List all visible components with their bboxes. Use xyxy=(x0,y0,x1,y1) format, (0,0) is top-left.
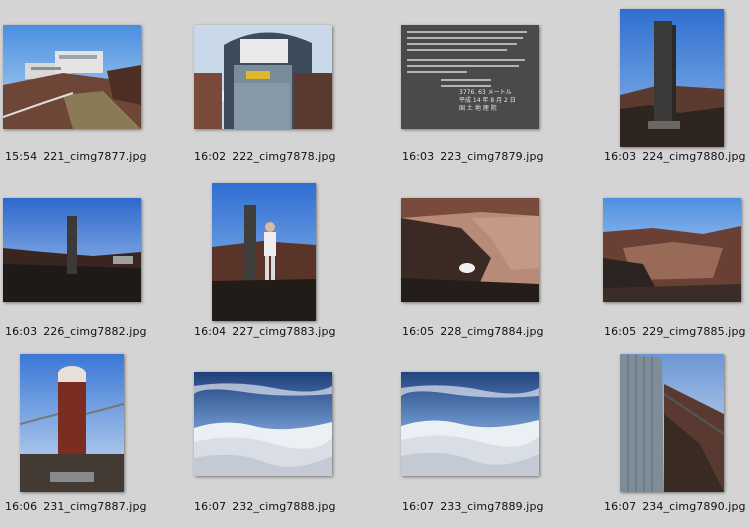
photo-filename: 234_cimg7890.jpg xyxy=(642,500,746,513)
photo-caption: 16:03 223_cimg7879.jpg xyxy=(402,150,585,163)
photo-filename: 232_cimg7888.jpg xyxy=(232,500,336,513)
photo-tile[interactable]: 3776. 63 メートル 平成 14 年 8 月 2 日 国 土 地 理 院 … xyxy=(398,0,585,175)
photo-filename: 224_cimg7880.jpg xyxy=(642,150,746,163)
photo-tile[interactable]: 16:06 231_cimg7887.jpg xyxy=(0,350,187,525)
photo-tile[interactable]: 15:54 221_cimg7877.jpg xyxy=(0,0,187,175)
photo-time: 16:06 xyxy=(5,500,38,513)
photo-caption: 16:03 224_cimg7880.jpg xyxy=(604,150,749,163)
photo-caption: 16:06 231_cimg7887.jpg xyxy=(5,500,187,513)
photo-caption: 16:03 226_cimg7882.jpg xyxy=(5,325,187,338)
photo-tile[interactable]: 16:02 222_cimg7878.jpg xyxy=(190,0,377,175)
photo-filename: 229_cimg7885.jpg xyxy=(642,325,746,338)
photo-caption: 16:05 228_cimg7884.jpg xyxy=(402,325,585,338)
photo-time: 15:54 xyxy=(5,150,38,163)
photo-tile[interactable]: 16:05 228_cimg7884.jpg xyxy=(398,175,585,350)
photo-tile[interactable]: 16:05 229_cimg7885.jpg xyxy=(600,175,749,350)
photo-thumbnail[interactable] xyxy=(194,25,332,129)
photo-time: 16:03 xyxy=(604,150,637,163)
photo-filename: 221_cimg7877.jpg xyxy=(43,150,147,163)
photo-tile[interactable]: 16:07 234_cimg7890.jpg xyxy=(600,350,749,525)
photo-caption: 16:05 229_cimg7885.jpg xyxy=(604,325,749,338)
photo-time: 16:02 xyxy=(194,150,227,163)
photo-thumbnail[interactable] xyxy=(20,354,124,492)
inscription-line: 国 土 地 理 院 xyxy=(459,105,497,112)
photo-thumbnail[interactable]: 3776. 63 メートル 平成 14 年 8 月 2 日 国 土 地 理 院 xyxy=(401,25,539,129)
photo-filename: 227_cimg7883.jpg xyxy=(232,325,336,338)
photo-caption: 16:04 227_cimg7883.jpg xyxy=(194,325,377,338)
photo-time: 16:04 xyxy=(194,325,227,338)
photo-filename: 233_cimg7889.jpg xyxy=(440,500,544,513)
photo-thumbnail[interactable] xyxy=(401,198,539,302)
photo-filename: 222_cimg7878.jpg xyxy=(232,150,336,163)
photo-caption: 16:07 233_cimg7889.jpg xyxy=(402,500,585,513)
photo-thumbnail[interactable] xyxy=(620,9,724,147)
photo-time: 16:07 xyxy=(402,500,435,513)
photo-time: 16:03 xyxy=(402,150,435,163)
photo-thumbnail[interactable] xyxy=(3,198,141,302)
photo-caption: 16:07 234_cimg7890.jpg xyxy=(604,500,749,513)
photo-tile[interactable]: 16:07 232_cimg7888.jpg xyxy=(190,350,377,525)
photo-caption: 15:54 221_cimg7877.jpg xyxy=(5,150,187,163)
photo-caption: 16:02 222_cimg7878.jpg xyxy=(194,150,377,163)
photo-tile[interactable]: 16:04 227_cimg7883.jpg xyxy=(190,175,377,350)
photo-filename: 223_cimg7879.jpg xyxy=(440,150,544,163)
inscription-line: 3776. 63 メートル xyxy=(459,89,512,96)
photo-thumbnail[interactable] xyxy=(603,198,741,302)
photo-thumbnail[interactable] xyxy=(620,354,724,492)
photo-thumbnail[interactable] xyxy=(194,372,332,476)
photo-time: 16:05 xyxy=(604,325,637,338)
photo-tile[interactable]: 16:03 226_cimg7882.jpg xyxy=(0,175,187,350)
photo-thumbnail[interactable] xyxy=(3,25,141,129)
photo-filename: 231_cimg7887.jpg xyxy=(43,500,147,513)
photo-caption: 16:07 232_cimg7888.jpg xyxy=(194,500,377,513)
photo-filename: 226_cimg7882.jpg xyxy=(43,325,147,338)
photo-tile[interactable]: 16:03 224_cimg7880.jpg xyxy=(600,0,749,175)
photo-filename: 228_cimg7884.jpg xyxy=(440,325,544,338)
photo-time: 16:03 xyxy=(5,325,38,338)
photo-thumbnail[interactable] xyxy=(401,372,539,476)
inscription-line: 平成 14 年 8 月 2 日 xyxy=(459,97,516,104)
photo-time: 16:07 xyxy=(194,500,227,513)
photo-tile[interactable]: 16:07 233_cimg7889.jpg xyxy=(398,350,585,525)
photo-thumbnail[interactable] xyxy=(212,183,316,321)
photo-time: 16:05 xyxy=(402,325,435,338)
photo-time: 16:07 xyxy=(604,500,637,513)
